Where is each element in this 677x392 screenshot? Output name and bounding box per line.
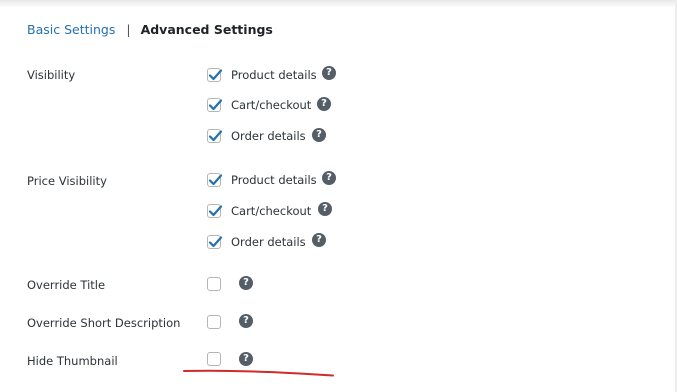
help-icon[interactable]: ? bbox=[239, 276, 253, 290]
override-short-description-checkbox[interactable] bbox=[207, 314, 221, 329]
price-visibility-label: Price Visibility bbox=[27, 174, 107, 188]
price-visibility-order-details-label: Order details bbox=[231, 234, 306, 249]
visibility-product-details-checkbox[interactable] bbox=[207, 67, 223, 82]
checkmark-icon bbox=[208, 68, 223, 80]
settings-tabs: Basic Settings | Advanced Settings bbox=[27, 20, 273, 38]
tab-separator: | bbox=[126, 21, 131, 37]
visibility-order-details-checkbox[interactable] bbox=[207, 128, 223, 143]
checkmark-icon bbox=[208, 98, 223, 110]
checkmark-icon bbox=[208, 129, 223, 141]
help-icon[interactable]: ? bbox=[312, 233, 326, 247]
price-visibility-cart-checkout-checkbox[interactable] bbox=[207, 203, 223, 218]
price-visibility-cart-checkout-option: Cart/checkout bbox=[207, 202, 311, 219]
help-icon[interactable]: ? bbox=[317, 97, 331, 111]
help-icon[interactable]: ? bbox=[312, 128, 326, 142]
help-icon[interactable]: ? bbox=[322, 171, 336, 185]
override-title-option bbox=[207, 275, 221, 292]
override-short-description-option bbox=[207, 313, 221, 330]
hide-thumbnail-option bbox=[207, 350, 221, 367]
visibility-product-details-option: Product details bbox=[207, 66, 317, 83]
annotation-underline bbox=[183, 369, 334, 377]
checkmark-icon bbox=[208, 204, 223, 216]
price-visibility-order-details-checkbox[interactable] bbox=[207, 234, 223, 249]
override-title-label: Override Title bbox=[27, 278, 106, 292]
help-icon[interactable]: ? bbox=[239, 352, 253, 366]
tab-advanced-settings[interactable]: Advanced Settings bbox=[141, 22, 273, 37]
tab-basic-settings[interactable]: Basic Settings bbox=[27, 22, 115, 37]
price-visibility-product-details-label: Product details bbox=[231, 172, 317, 187]
override-title-checkbox[interactable] bbox=[207, 276, 221, 291]
top-shadow bbox=[0, 0, 677, 8]
visibility-product-details-label: Product details bbox=[231, 67, 317, 82]
visibility-cart-checkout-label: Cart/checkout bbox=[231, 97, 312, 112]
visibility-cart-checkout-checkbox[interactable] bbox=[207, 97, 223, 112]
price-visibility-product-details-option: Product details bbox=[207, 171, 317, 188]
price-visibility-product-details-checkbox[interactable] bbox=[207, 172, 223, 187]
checkmark-icon bbox=[208, 235, 223, 247]
hide-thumbnail-label: Hide Thumbnail bbox=[27, 354, 118, 368]
visibility-cart-checkout-option: Cart/checkout bbox=[207, 96, 311, 113]
visibility-label: Visibility bbox=[27, 68, 76, 82]
help-icon[interactable]: ? bbox=[239, 314, 253, 328]
help-icon[interactable]: ? bbox=[322, 66, 336, 80]
visibility-order-details-label: Order details bbox=[231, 128, 306, 143]
checkmark-icon bbox=[208, 173, 223, 185]
price-visibility-cart-checkout-label: Cart/checkout bbox=[231, 203, 312, 218]
price-visibility-order-details-option: Order details bbox=[207, 233, 306, 250]
help-icon[interactable]: ? bbox=[318, 202, 332, 216]
override-short-description-label: Override Short Description bbox=[27, 316, 181, 330]
hide-thumbnail-checkbox[interactable] bbox=[207, 351, 221, 366]
visibility-order-details-option: Order details bbox=[207, 127, 306, 144]
